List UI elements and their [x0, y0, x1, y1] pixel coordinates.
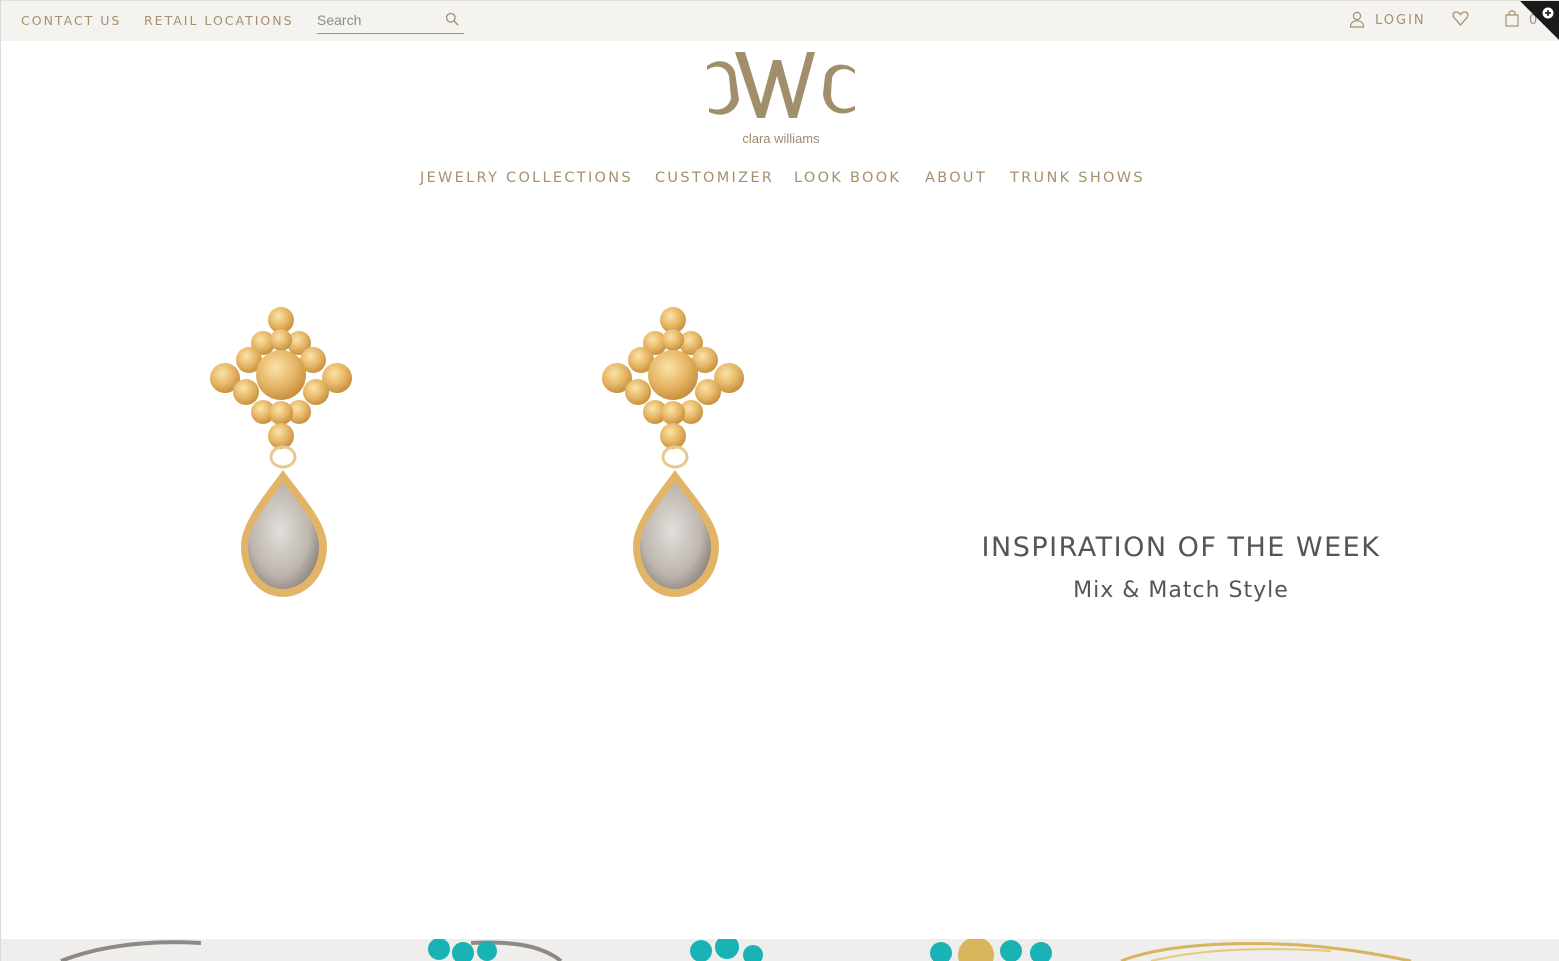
next-section-preview	[1, 939, 1559, 961]
nav-customizer[interactable]: CUSTOMIZER	[655, 170, 774, 186]
corner-ribbon[interactable]	[1520, 1, 1559, 41]
nav-jewelry-collections[interactable]: JEWELRY COLLECTIONS	[420, 170, 633, 186]
retail-locations-link[interactable]: RETAIL LOCATIONS	[144, 13, 294, 28]
page: CONTACT US RETAIL LOCATIONS LOGIN 0	[0, 0, 1559, 961]
contact-us-link[interactable]: CONTACT US	[21, 13, 121, 28]
plus-icon	[1542, 7, 1554, 19]
heart-icon[interactable]	[1452, 10, 1469, 27]
shopping-bag-icon[interactable]	[1505, 10, 1519, 27]
utility-bar: CONTACT US RETAIL LOCATIONS LOGIN 0	[1, 0, 1559, 41]
brand-name: clara williams	[742, 131, 820, 146]
jewelry-preview-image	[60, 939, 1412, 961]
hero-subtitle: Mix & Match Style	[1073, 578, 1289, 603]
search-input[interactable]	[317, 9, 439, 31]
earring-image-right	[602, 307, 744, 597]
login-label: LOGIN	[1375, 13, 1426, 28]
nav-trunk-shows[interactable]: TRUNK SHOWS	[1010, 170, 1145, 186]
hero-title: INSPIRATION OF THE WEEK	[981, 532, 1381, 563]
main-navigation: JEWELRY COLLECTIONS CUSTOMIZER LOOK BOOK…	[1, 170, 1559, 190]
earring-image-left	[210, 307, 352, 597]
nav-look-book[interactable]: LOOK BOOK	[794, 170, 901, 186]
nav-about[interactable]: ABOUT	[925, 170, 987, 186]
user-icon	[1349, 11, 1365, 28]
search-box	[317, 7, 464, 34]
search-icon[interactable]	[445, 12, 459, 26]
